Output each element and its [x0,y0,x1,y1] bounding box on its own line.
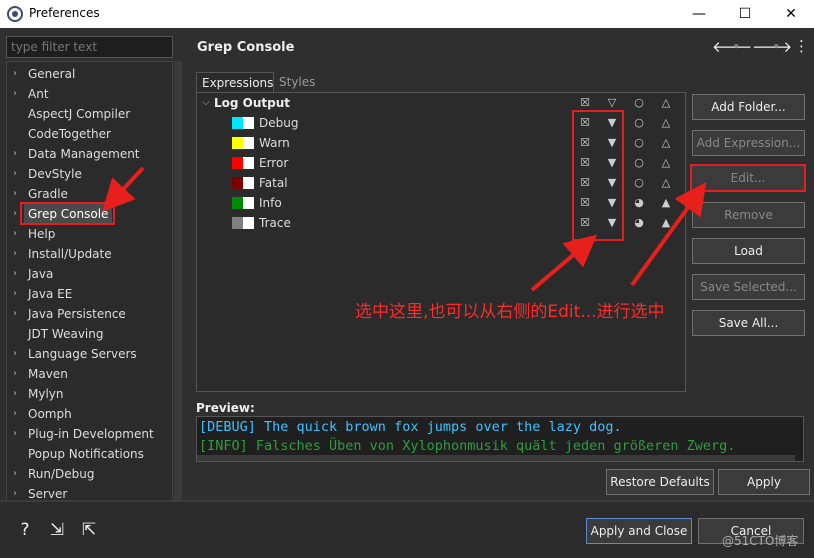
arrow-to-edit-button [630,182,707,287]
annotation-arrows [102,166,707,292]
arrow-to-columns [530,234,598,292]
arrow-to-tree-item [102,166,145,212]
